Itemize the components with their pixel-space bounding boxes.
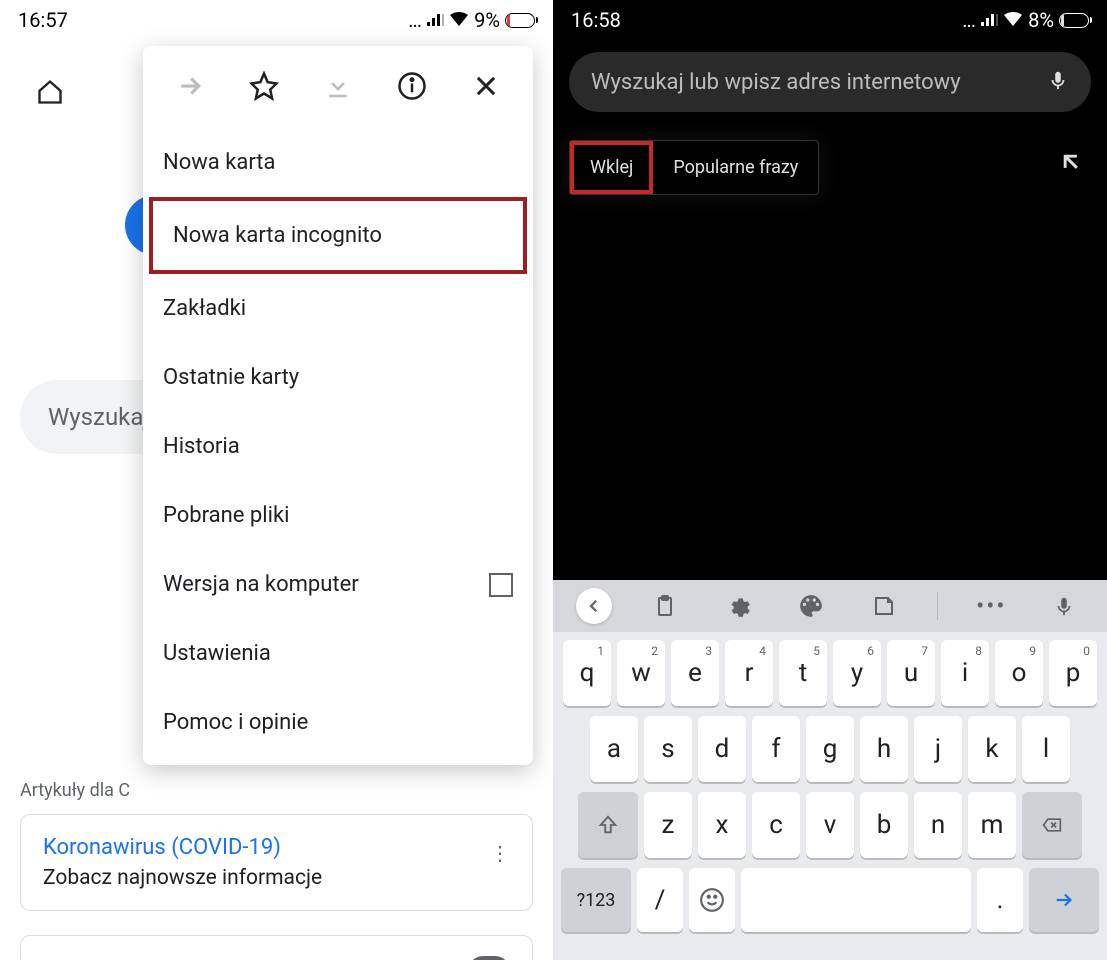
kb-back-icon[interactable]: [576, 588, 612, 624]
mic-icon[interactable]: [1047, 67, 1069, 97]
key-z[interactable]: z: [644, 792, 692, 858]
context-popular-phrases[interactable]: Popularne frazy: [653, 141, 818, 194]
status-bar: 16:57 ... 9%: [0, 0, 553, 40]
key-o[interactable]: 9o: [995, 640, 1043, 706]
kb-settings-icon[interactable]: [718, 586, 758, 626]
key-emoji[interactable]: [689, 868, 735, 932]
battery-icon: [505, 13, 535, 28]
key-s[interactable]: s: [644, 716, 692, 782]
key-h[interactable]: h: [860, 716, 908, 782]
key-backspace[interactable]: [1022, 792, 1082, 858]
key-t[interactable]: 5t: [779, 640, 827, 706]
news-card-elections[interactable]: Wybory prezydenckie 2020.: [20, 935, 533, 960]
key-y[interactable]: 6y: [833, 640, 881, 706]
more-icon[interactable]: ⋮: [490, 841, 510, 865]
network-dots-icon: ...: [962, 8, 975, 32]
articles-label: Artykuły dla C: [20, 780, 130, 801]
menu-downloads[interactable]: Pobrane pliki: [143, 481, 533, 550]
card-title: Koronawirus (COVID-19): [43, 835, 510, 860]
key-n[interactable]: n: [914, 792, 962, 858]
key-f[interactable]: f: [752, 716, 800, 782]
kb-clipboard-icon[interactable]: [645, 586, 685, 626]
battery-percent: 8%: [1028, 8, 1054, 32]
status-indicators: ... 9%: [408, 8, 535, 32]
close-icon[interactable]: [470, 70, 502, 102]
menu-new-incognito-tab[interactable]: Nowa karta incognito: [149, 197, 527, 274]
key-p[interactable]: 0p: [1049, 640, 1097, 706]
status-time: 16:57: [18, 8, 68, 32]
key-b[interactable]: b: [860, 792, 908, 858]
key-space[interactable]: [741, 868, 971, 932]
kb-more-icon[interactable]: •••: [971, 586, 1011, 626]
chrome-overflow-menu: Nowa karta Nowa karta incognito Zakładki…: [143, 46, 533, 765]
desktop-checkbox[interactable]: [489, 573, 513, 597]
address-bar[interactable]: Wyszukaj lub wpisz adres internetowy: [569, 52, 1091, 112]
status-bar: 16:58 ... 8%: [553, 0, 1107, 40]
key-m[interactable]: m: [968, 792, 1016, 858]
info-icon[interactable]: [396, 70, 428, 102]
wifi-icon: [1003, 8, 1023, 32]
key-w[interactable]: 2w: [617, 640, 665, 706]
signal-icon: [980, 8, 998, 32]
keyboard-toolbar: •••: [553, 580, 1107, 632]
key-l[interactable]: l: [1022, 716, 1070, 782]
key-enter[interactable]: [1029, 868, 1099, 932]
menu-icon-row: [143, 46, 533, 128]
key-c[interactable]: c: [752, 792, 800, 858]
key-d[interactable]: d: [698, 716, 746, 782]
search-placeholder: Wyszukaj: [48, 403, 149, 431]
kb-palette-icon[interactable]: [791, 586, 831, 626]
download-icon[interactable]: [322, 70, 354, 102]
context-paste[interactable]: Wklej: [570, 141, 653, 194]
amp-badge: [468, 956, 510, 960]
keyboard: ••• 1q2w3e4r5t6y7u8i9o0p asdfghjkl zxcvb…: [553, 580, 1107, 960]
wifi-icon: [449, 8, 469, 32]
phone-incognito: 16:58 ... 8% Wyszukaj lub wpisz adres in…: [553, 0, 1107, 960]
collapse-arrow-icon[interactable]: [1057, 148, 1085, 183]
forward-icon[interactable]: [174, 70, 206, 102]
key-e[interactable]: 3e: [671, 640, 719, 706]
key-r[interactable]: 4r: [725, 640, 773, 706]
card-subtitle: Zobacz najnowsze informacje: [43, 866, 510, 890]
menu-history[interactable]: Historia: [143, 412, 533, 481]
key-shift[interactable]: [578, 792, 638, 858]
address-placeholder: Wyszukaj lub wpisz adres internetowy: [591, 70, 961, 95]
network-dots-icon: ...: [408, 8, 421, 32]
key-g[interactable]: g: [806, 716, 854, 782]
key-symbols[interactable]: ?123: [561, 868, 631, 932]
battery-icon: [1059, 13, 1089, 28]
star-icon[interactable]: [248, 70, 280, 102]
news-card-covid[interactable]: Koronawirus (COVID-19) Zobacz najnowsze …: [20, 814, 533, 911]
kb-mic-icon[interactable]: [1044, 586, 1084, 626]
kb-divider: [937, 592, 938, 620]
key-period[interactable]: .: [977, 868, 1023, 932]
menu-bookmarks[interactable]: Zakładki: [143, 274, 533, 343]
menu-new-tab[interactable]: Nowa karta: [143, 128, 533, 197]
menu-settings[interactable]: Ustawienia: [143, 619, 533, 688]
key-v[interactable]: v: [806, 792, 854, 858]
key-x[interactable]: x: [698, 792, 746, 858]
status-indicators: ... 8%: [962, 8, 1089, 32]
paste-context-menu: Wklej Popularne frazy: [569, 140, 819, 195]
kb-sticker-icon[interactable]: [864, 586, 904, 626]
phone-chrome: 16:57 ... 9% Wyszukaj Artykuły dla C Kor…: [0, 0, 553, 960]
key-i[interactable]: 8i: [941, 640, 989, 706]
keyboard-rows: 1q2w3e4r5t6y7u8i9o0p asdfghjkl zxcvbnm ?…: [553, 632, 1107, 936]
status-time: 16:58: [571, 8, 621, 32]
menu-desktop-site[interactable]: Wersja na komputer: [143, 550, 533, 619]
battery-percent: 9%: [474, 8, 500, 32]
menu-help[interactable]: Pomoc i opinie: [143, 688, 533, 757]
key-slash[interactable]: /: [637, 868, 683, 932]
home-icon[interactable]: [36, 78, 64, 110]
key-k[interactable]: k: [968, 716, 1016, 782]
key-j[interactable]: j: [914, 716, 962, 782]
key-u[interactable]: 7u: [887, 640, 935, 706]
key-a[interactable]: a: [590, 716, 638, 782]
signal-icon: [426, 8, 444, 32]
key-q[interactable]: 1q: [563, 640, 611, 706]
menu-recent-tabs[interactable]: Ostatnie karty: [143, 343, 533, 412]
